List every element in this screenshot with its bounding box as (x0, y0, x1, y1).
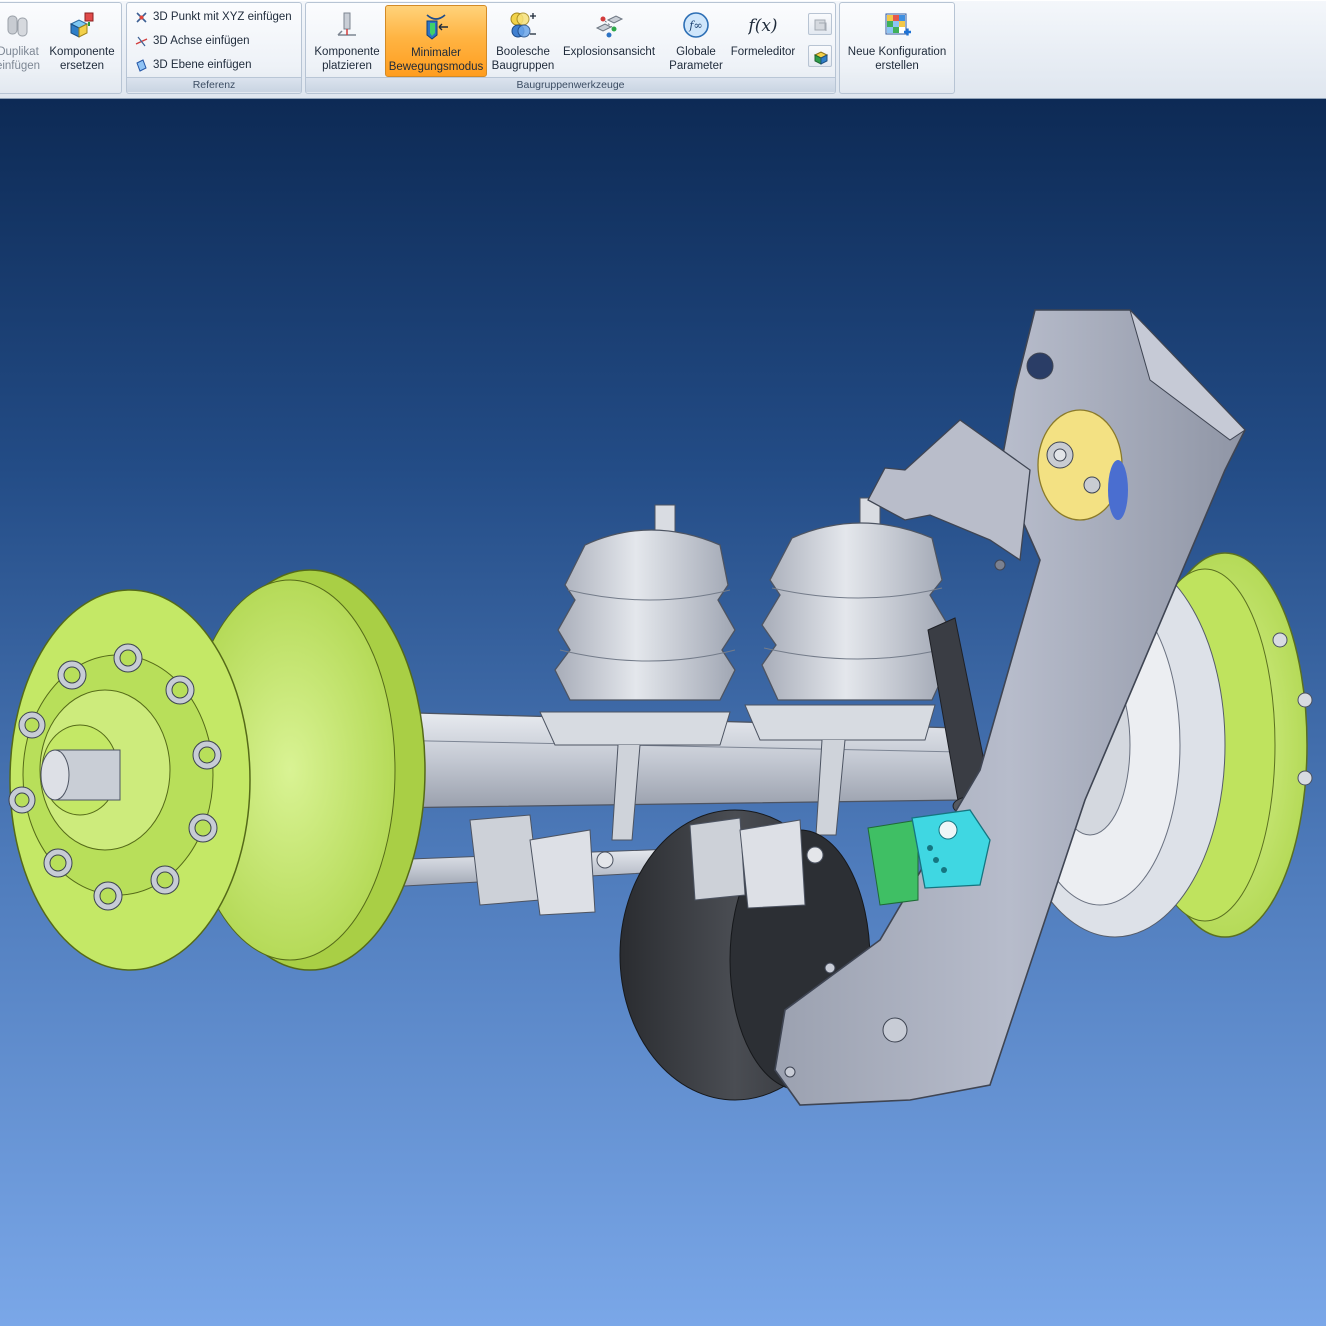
small-tool-button-1[interactable] (808, 13, 832, 35)
plane-icon (135, 59, 148, 72)
globals-icon-text: f∞ (688, 19, 702, 32)
replace-component-icon (67, 10, 97, 40)
duplicate-label-2: einfügen (0, 60, 41, 72)
boolean-icon (508, 10, 538, 40)
formula-editor-button[interactable]: f(x) Formeleditor (727, 5, 799, 77)
formula-label: Formeleditor (730, 46, 796, 58)
axle-assembly-model[interactable] (0, 99, 1326, 1326)
place-component-button[interactable]: Komponente platzieren (309, 5, 385, 77)
place-label-1: Komponente (314, 46, 380, 58)
global-parameters-button[interactable]: f∞ Globale Parameter (663, 5, 729, 77)
axis-icon (135, 35, 148, 48)
reference-group-label: Referenz (127, 77, 301, 92)
duplicate-insert-button[interactable]: Duplikat einfügen (0, 5, 43, 77)
exploded-view-button[interactable]: Explosionsansicht (559, 5, 659, 77)
globals-label-1: Globale (676, 46, 716, 58)
assembly-tools-group-label: Baugruppenwerkzeuge (306, 77, 835, 92)
left-brake-drum[interactable] (9, 569, 426, 971)
boolean-assemblies-button[interactable]: Boolesche Baugruppen (489, 5, 557, 77)
component-cube-icon (813, 51, 829, 65)
ribbon-toolbar: Duplikat einfügen Komponente ersetzen 3D… (0, 0, 1326, 99)
axle-bracket-left[interactable] (469, 814, 614, 916)
insert-3d-plane-label: 3D Ebene einfügen (153, 59, 252, 71)
place-component-icon (332, 10, 362, 40)
group-components: Duplikat einfügen Komponente ersetzen (0, 2, 122, 94)
boolean-label-1: Boolesche (496, 46, 550, 58)
boolean-label-2: Baugruppen (491, 60, 555, 72)
disabled-tool-icon (814, 19, 827, 31)
formula-icon-text: f(x) (748, 16, 778, 36)
new-config-label-1: Neue Konfiguration (847, 46, 947, 58)
insert-3d-point-label: 3D Punkt mit XYZ einfügen (153, 11, 292, 23)
new-configuration-button[interactable]: Neue Konfiguration erstellen (843, 5, 951, 77)
minimal-motion-icon (421, 11, 451, 41)
minimal-motion-mode-button[interactable]: Minimaler Bewegungsmodus (385, 5, 487, 77)
insert-3d-axis-button[interactable]: 3D Achse einfügen (135, 31, 250, 51)
duplicate-label-1: Duplikat (0, 46, 39, 58)
explode-label: Explosionsansicht (562, 46, 656, 58)
insert-3d-plane-button[interactable]: 3D Ebene einfügen (135, 55, 251, 75)
new-config-label-2: erstellen (875, 60, 919, 72)
duplicate-icon (3, 10, 33, 40)
small-tool-button-2[interactable] (808, 45, 832, 67)
insert-3d-point-button[interactable]: 3D Punkt mit XYZ einfügen (135, 7, 292, 27)
minmotion-label-2: Bewegungsmodus (388, 61, 484, 73)
exploded-view-icon (594, 10, 624, 40)
global-parameters-icon: f∞ (681, 10, 711, 40)
group-configuration: Neue Konfiguration erstellen (839, 2, 955, 94)
replace-label-2: ersetzen (59, 60, 105, 72)
globals-label-2: Parameter (669, 60, 723, 72)
point-icon (135, 11, 148, 24)
replace-component-button[interactable]: Komponente ersetzen (45, 5, 119, 77)
3d-viewport[interactable] (0, 99, 1326, 1326)
new-configuration-icon (882, 10, 912, 40)
replace-label-1: Komponente (49, 46, 115, 58)
group-assembly-tools: Komponente platzieren Minimaler Bewegung… (305, 2, 836, 94)
minmotion-label-1: Minimaler (411, 47, 461, 59)
insert-3d-axis-label: 3D Achse einfügen (153, 35, 250, 47)
place-label-2: platzieren (322, 60, 372, 72)
formula-icon: f(x) (746, 10, 778, 40)
group-reference: 3D Punkt mit XYZ einfügen 3D Achse einfü… (126, 2, 302, 94)
